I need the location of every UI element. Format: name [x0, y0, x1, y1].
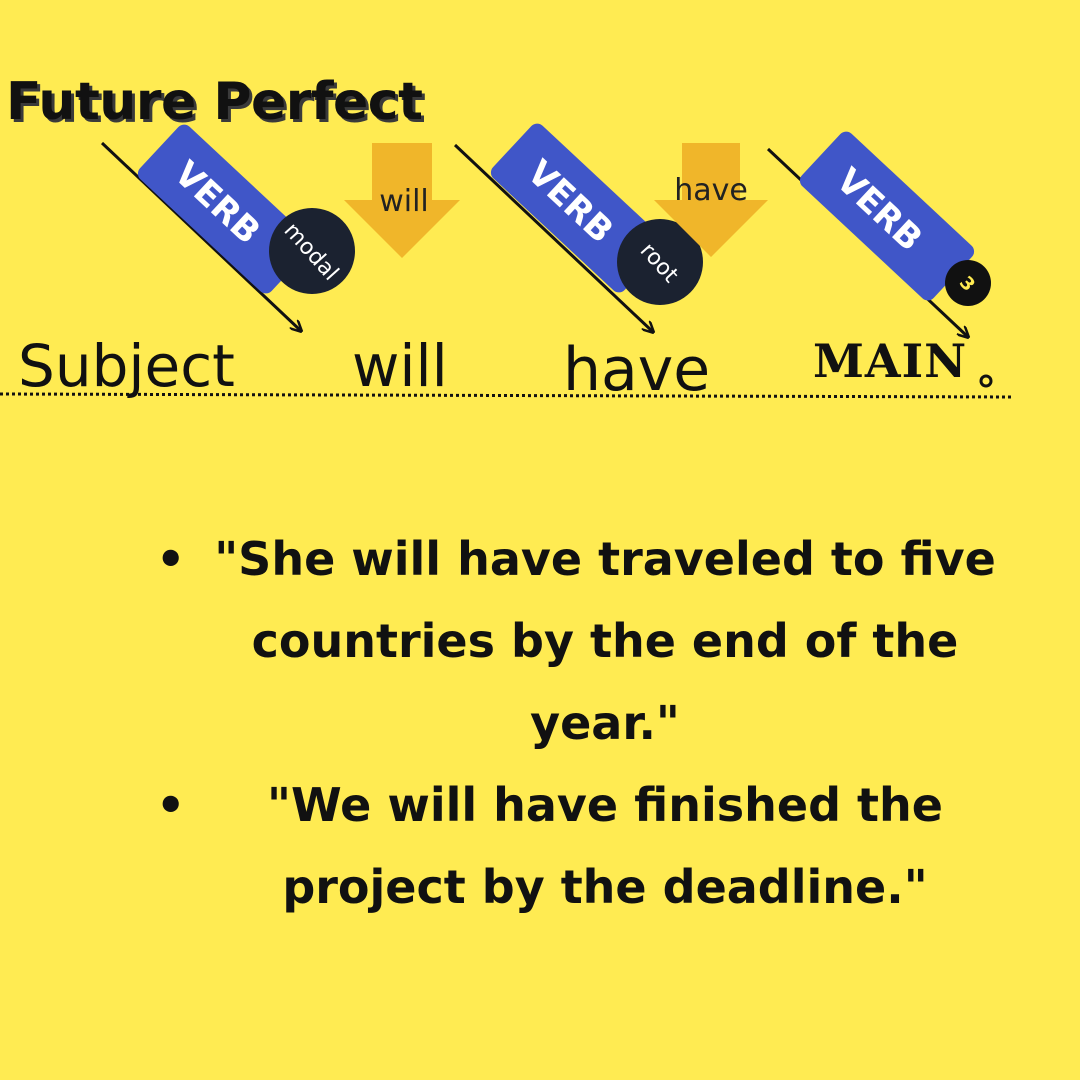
word-main: MAIN	[813, 334, 968, 388]
bullet-icon: •	[156, 778, 186, 832]
example-text-1: "She will have traveled to five countrie…	[214, 532, 996, 750]
down-arrow-will: will	[344, 143, 460, 258]
sentence-period	[979, 374, 993, 388]
future-perfect-card: Future Perfect VERB modal will VERB root…	[0, 0, 1080, 1080]
word-will: will	[352, 332, 448, 400]
verb-tag-root-group: VERB root	[453, 123, 703, 331]
example-item: • "She will have traveled to five countr…	[140, 518, 1000, 764]
down-arrow-label-have: have	[674, 173, 748, 208]
example-item: • "We will have finished the project by …	[140, 764, 1000, 928]
example-list: • "She will have traveled to five countr…	[140, 518, 1000, 928]
example-text-2: "We will have finished the project by th…	[267, 778, 943, 914]
verb-tag-modal-group: VERB modal	[100, 124, 355, 330]
word-subject: Subject	[18, 332, 235, 400]
word-have: have	[563, 335, 711, 405]
bullet-icon: •	[156, 532, 186, 586]
down-arrow-label-will: will	[379, 184, 429, 219]
verb-tag-past-participle-group: VERB 3	[766, 131, 991, 336]
